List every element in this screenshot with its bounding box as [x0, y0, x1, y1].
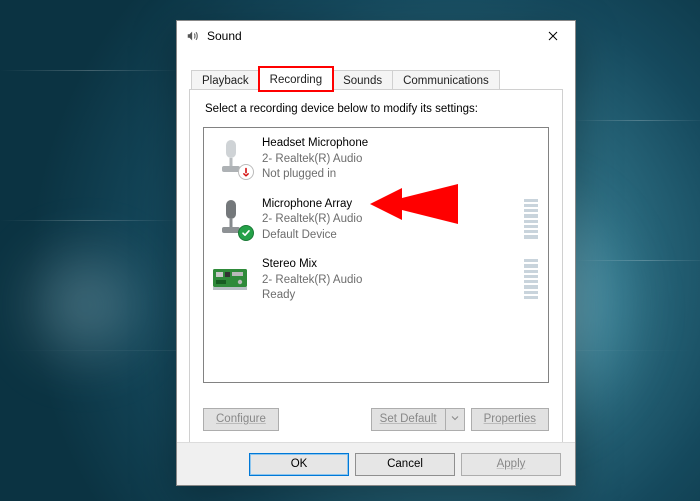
device-text: Microphone Array 2- Realtek(R) Audio Def… — [262, 197, 514, 244]
ok-button[interactable]: OK — [249, 453, 349, 476]
sound-dialog: Sound Playback Recording Sounds Communic… — [176, 20, 576, 486]
device-name: Headset Microphone — [262, 136, 514, 152]
tab-strip: Playback Recording Sounds Communications — [191, 67, 499, 91]
default-badge-icon — [238, 225, 254, 241]
device-name: Stereo Mix — [262, 257, 514, 273]
device-status: Ready — [262, 288, 514, 304]
set-default-dropdown[interactable] — [445, 408, 465, 431]
configure-button[interactable]: Configure — [203, 408, 279, 431]
set-default-button[interactable]: Set Default — [371, 408, 445, 431]
apply-button[interactable]: Apply — [461, 453, 561, 476]
device-name: Microphone Array — [262, 197, 514, 213]
device-driver: 2- Realtek(R) Audio — [262, 273, 514, 289]
level-meter — [524, 259, 538, 299]
chevron-down-icon — [451, 413, 459, 425]
list-item[interactable]: Microphone Array 2- Realtek(R) Audio Def… — [204, 189, 548, 250]
window-title: Sound — [207, 29, 242, 43]
list-item[interactable]: Stereo Mix 2- Realtek(R) Audio Ready — [204, 249, 548, 310]
soundcard-icon — [210, 257, 252, 299]
headset-mic-icon — [210, 136, 252, 178]
device-status: Default Device — [262, 228, 514, 244]
device-text: Headset Microphone 2- Realtek(R) Audio N… — [262, 136, 514, 183]
instruction-text: Select a recording device below to modif… — [205, 103, 478, 115]
dialog-footer: OK Cancel Apply — [177, 442, 575, 485]
close-button[interactable] — [531, 21, 575, 51]
device-list[interactable]: Headset Microphone 2- Realtek(R) Audio N… — [203, 127, 549, 383]
device-text: Stereo Mix 2- Realtek(R) Audio Ready — [262, 257, 514, 304]
titlebar: Sound — [177, 21, 575, 51]
properties-button[interactable]: Properties — [471, 408, 549, 431]
panel-button-row: Configure Set Default Properties — [203, 407, 549, 431]
cancel-button[interactable]: Cancel — [355, 453, 455, 476]
list-item[interactable]: Headset Microphone 2- Realtek(R) Audio N… — [204, 128, 548, 189]
device-driver: 2- Realtek(R) Audio — [262, 212, 514, 228]
level-meter — [524, 199, 538, 239]
tab-recording[interactable]: Recording — [259, 67, 333, 91]
speaker-icon — [185, 28, 201, 44]
mic-icon — [210, 197, 252, 239]
unplugged-badge-icon — [238, 164, 254, 180]
device-driver: 2- Realtek(R) Audio — [262, 152, 514, 168]
device-status: Not plugged in — [262, 167, 514, 183]
